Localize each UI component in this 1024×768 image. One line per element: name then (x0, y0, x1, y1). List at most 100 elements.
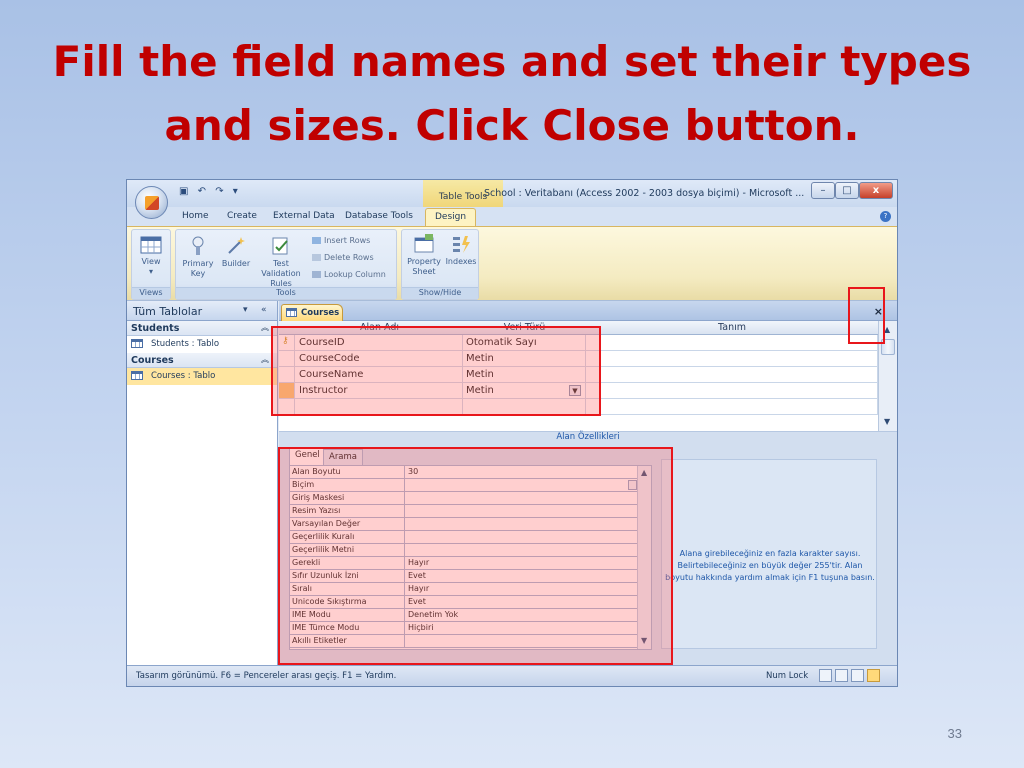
tab-general[interactable]: Genel (289, 447, 326, 465)
property-row: Varsayılan Değer (290, 518, 638, 531)
view-button[interactable]: View ▾ (134, 236, 168, 277)
undo-icon[interactable]: ↶ (198, 186, 209, 197)
indexes-button[interactable]: Indexes (444, 234, 478, 267)
tab-create[interactable]: Create (227, 211, 257, 221)
row-selector[interactable]: ⚷ (279, 335, 295, 350)
nav-group-students[interactable]: Students ︽ (127, 321, 277, 336)
minimize-button[interactable]: – (811, 182, 835, 199)
qat-dropdown-icon[interactable]: ▾ (233, 186, 241, 197)
grid-scrollbar[interactable]: ▲ ▼ (878, 321, 897, 431)
description-cell[interactable] (586, 399, 878, 414)
document-area: Courses × Alan Adı Veri Türü Tanım ⚷ Cou… (279, 301, 897, 665)
pivot-chart-view-icon[interactable] (851, 669, 864, 682)
field-properties-panel: Genel Arama Alan Boyutu 30 Biçim Giriş Ma… (279, 445, 897, 665)
num-lock-indicator: Num Lock (766, 671, 809, 681)
field-row[interactable]: ⚷ CourseID Otomatik Sayı (279, 335, 878, 351)
description-cell[interactable] (586, 335, 878, 350)
nav-item-students-table[interactable]: Students : Tablo (127, 336, 277, 353)
field-row-current[interactable]: Instructor Metin ▼ (279, 383, 878, 399)
property-sheet-button[interactable]: Property Sheet (404, 234, 444, 277)
table-icon (131, 339, 143, 348)
test-validation-rules-button[interactable]: Test Validation Rules (253, 236, 309, 289)
field-row[interactable]: CourseName Metin (279, 367, 878, 383)
nav-pane-header[interactable]: Tüm Tablolar ▾ « (127, 301, 277, 321)
data-type-cell[interactable]: Otomatik Sayı (463, 335, 586, 350)
document-tab-courses[interactable]: Courses (281, 304, 343, 321)
scroll-thumb[interactable] (881, 339, 895, 355)
indexes-icon (453, 236, 470, 253)
insert-rows-button[interactable]: Insert Rows (312, 236, 370, 245)
property-row: IME Modu Denetim Yok (290, 609, 638, 622)
design-view-icon[interactable] (867, 669, 880, 682)
row-selector[interactable] (279, 351, 295, 366)
nav-item-courses-table[interactable]: Courses : Tablo (127, 368, 277, 385)
tab-home[interactable]: Home (182, 211, 209, 221)
description-cell[interactable] (586, 383, 878, 398)
builder-button[interactable]: Builder (219, 236, 253, 269)
insert-rows-icon (312, 237, 321, 244)
property-scrollbar[interactable]: ▲ ▼ (637, 466, 651, 649)
row-selector[interactable] (279, 399, 295, 414)
field-row[interactable]: CourseCode Metin (279, 351, 878, 367)
design-grid: Alan Adı Veri Türü Tanım ⚷ CourseID Otom… (279, 321, 897, 431)
delete-rows-button[interactable]: Delete Rows (312, 253, 374, 262)
scroll-down-icon[interactable]: ▼ (641, 636, 647, 645)
datasheet-view-icon[interactable] (819, 669, 832, 682)
nav-collapse-icon[interactable]: « (261, 305, 267, 315)
nav-dropdown-icon[interactable]: ▾ (243, 305, 248, 315)
field-name-cell[interactable] (296, 399, 463, 414)
field-name-cell[interactable]: CourseID (296, 335, 463, 350)
scroll-up-icon[interactable]: ▲ (884, 325, 890, 334)
lookup-column-button[interactable]: Lookup Column (312, 270, 386, 279)
document-close-icon[interactable]: × (874, 305, 883, 318)
data-type-cell[interactable] (463, 399, 586, 414)
grid-header: Alan Adı Veri Türü Tanım (279, 321, 878, 335)
tab-lookup[interactable]: Arama (323, 449, 364, 465)
column-header-description[interactable]: Tanım (586, 322, 878, 333)
data-type-cell[interactable]: Metin (463, 351, 586, 366)
field-row-empty[interactable] (279, 399, 878, 415)
group-show-hide: Property Sheet Indexes Show/Hide (401, 229, 479, 300)
maximize-button[interactable]: □ (835, 182, 859, 199)
window-close-button[interactable]: x (859, 182, 893, 199)
title-bar: ▣ ↶ ↷ ▾ Table Tools School : Veritabanı … (127, 180, 897, 207)
data-type-cell[interactable]: Metin (463, 367, 586, 382)
description-cell[interactable] (586, 367, 878, 382)
office-button[interactable] (135, 186, 168, 219)
data-type-combo[interactable]: Metin ▼ (463, 383, 586, 398)
slide-title-line2: and sizes. Click Close button. (164, 101, 860, 150)
builder-wand-icon (228, 237, 245, 254)
help-icon[interactable]: ? (880, 211, 891, 222)
key-icon (192, 236, 204, 255)
quick-access-toolbar[interactable]: ▣ ↶ ↷ ▾ (179, 186, 241, 197)
tab-external-data[interactable]: External Data (273, 211, 335, 221)
property-row: Resim Yazısı (290, 505, 638, 518)
field-name-cell[interactable]: CourseCode (296, 351, 463, 366)
property-row: Akıllı Etiketler (290, 635, 638, 648)
tab-design[interactable]: Design (425, 208, 477, 226)
primary-key-button[interactable]: Primary Key (178, 236, 218, 279)
description-cell[interactable] (586, 351, 878, 366)
field-name-cell[interactable]: CourseName (296, 367, 463, 382)
tools-group-label: Tools (176, 287, 396, 299)
nav-group-courses[interactable]: Courses ︽ (127, 353, 277, 368)
scroll-down-icon[interactable]: ▼ (884, 417, 890, 426)
pivot-table-view-icon[interactable] (835, 669, 848, 682)
collapse-chevron-icon[interactable]: ︽ (261, 354, 269, 365)
tab-database-tools[interactable]: Database Tools (345, 211, 413, 221)
column-header-field-name[interactable]: Alan Adı (296, 322, 463, 333)
table-icon (131, 371, 143, 380)
redo-icon[interactable]: ↷ (215, 186, 226, 197)
slide-title-line1: Fill the field names and set their types (52, 37, 972, 86)
collapse-chevron-icon[interactable]: ︽ (261, 322, 269, 333)
column-header-data-type[interactable]: Veri Türü (463, 322, 586, 333)
access-window: ▣ ↶ ↷ ▾ Table Tools School : Veritabanı … (126, 179, 898, 687)
property-help-text: Alana girebileceğiniz en fazla karakter … (665, 549, 875, 582)
builder-dots-icon[interactable] (628, 480, 637, 490)
dropdown-arrow-icon[interactable]: ▼ (569, 385, 581, 396)
scroll-up-icon[interactable]: ▲ (641, 468, 647, 477)
row-selector[interactable] (279, 367, 295, 382)
save-icon[interactable]: ▣ (179, 186, 191, 197)
field-name-cell[interactable]: Instructor (296, 383, 463, 398)
row-selector-current[interactable] (279, 383, 295, 398)
